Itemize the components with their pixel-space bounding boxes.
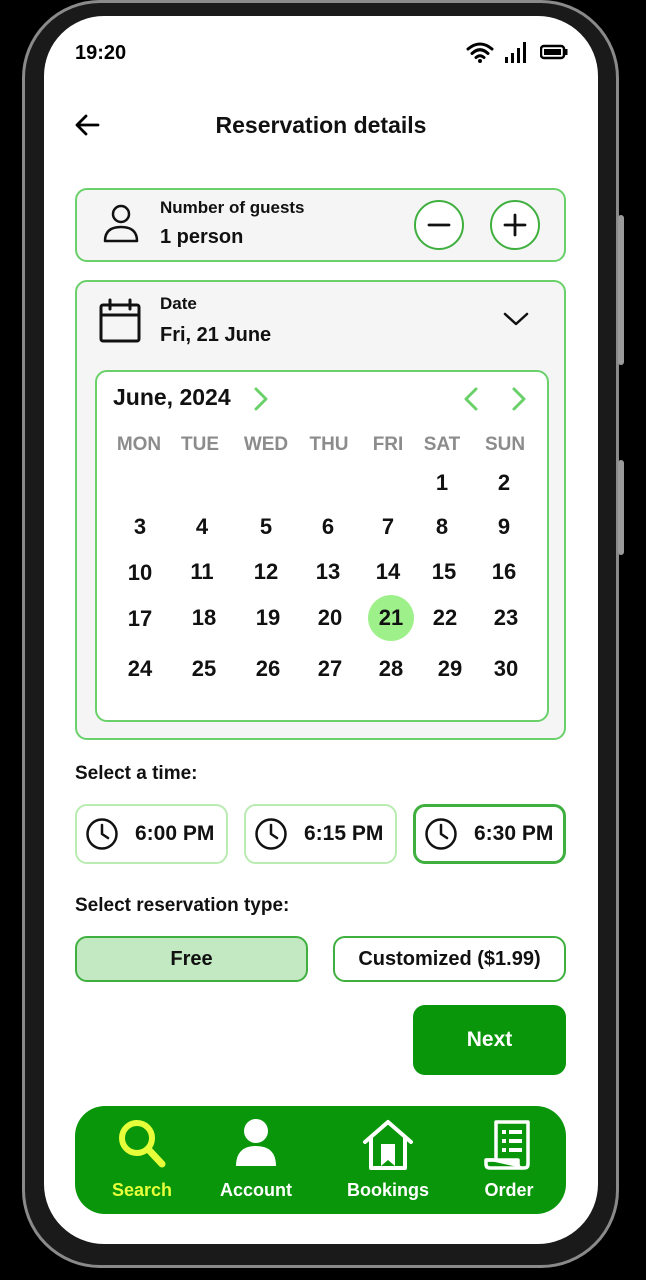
date-card: Date Fri, 21 June June, 2024 MON TUE WED… [75, 280, 566, 740]
calendar-day[interactable]: 4 [179, 504, 225, 550]
next-button[interactable]: Next [413, 1005, 566, 1075]
calendar-day[interactable]: 16 [481, 549, 527, 595]
signal-icon [505, 42, 526, 63]
calendar-day[interactable]: 28 [368, 646, 414, 692]
tab-label: Account [220, 1180, 292, 1200]
time-option-630[interactable]: 6:30 PM [413, 804, 566, 864]
calendar-day[interactable]: 27 [307, 646, 353, 692]
weekday-sat: SAT [423, 434, 461, 455]
tab-bookings[interactable]: Bookings [323, 1106, 453, 1214]
tab-label: Bookings [346, 1180, 429, 1200]
calendar-day[interactable]: 2 [481, 460, 527, 506]
battery-icon [540, 44, 568, 60]
power-button [618, 460, 624, 555]
time-option-label: 6:15 PM [304, 822, 384, 845]
decrease-guests-button[interactable] [414, 200, 464, 250]
calendar-day[interactable]: 6 [305, 504, 351, 550]
plus-icon [503, 213, 527, 237]
calendar-day[interactable]: 25 [181, 646, 227, 692]
weekday-thu: THU [309, 434, 349, 455]
clock-icon [86, 818, 118, 850]
header: Reservation details [44, 106, 598, 146]
guests-label: Number of guests [160, 198, 305, 217]
calendar-day[interactable]: 29 [427, 646, 473, 692]
bottom-tab-bar: Search Account Bookings Order [75, 1106, 566, 1214]
calendar-day[interactable]: 26 [245, 646, 291, 692]
person-icon [103, 204, 139, 243]
status-bar: 19:20 [44, 16, 598, 86]
weekday-wed: WED [243, 434, 289, 455]
tab-search[interactable]: Search [83, 1106, 201, 1214]
calendar-day[interactable]: 1 [419, 460, 465, 506]
bookings-icon [363, 1120, 413, 1170]
tab-order[interactable]: Order [453, 1106, 565, 1214]
reservation-type-free[interactable]: Free [75, 936, 308, 982]
calendar-day[interactable]: 22 [422, 595, 468, 641]
calendar-day[interactable]: 5 [243, 504, 289, 550]
calendar-day[interactable]: 9 [481, 504, 527, 550]
tab-label: Search [111, 1180, 173, 1200]
weekday-mon: MON [116, 434, 162, 455]
calendar-day[interactable]: 8 [419, 504, 465, 550]
time-option-label: 6:30 PM [474, 822, 554, 845]
status-time: 19:20 [75, 42, 127, 64]
calendar-day[interactable]: 10 [117, 550, 163, 596]
time-option-615[interactable]: 6:15 PM [244, 804, 397, 864]
calendar-month-title: June, 2024 [113, 384, 231, 410]
calendar-day[interactable]: 15 [421, 549, 467, 595]
calendar-day[interactable]: 20 [307, 595, 353, 641]
date-value: Fri, 21 June [160, 324, 272, 346]
calendar: June, 2024 MON TUE WED THU FRI SAT SUN 1… [95, 370, 549, 722]
time-section-label: Select a time: [75, 763, 198, 784]
increase-guests-button[interactable] [490, 200, 540, 250]
time-option-600[interactable]: 6:00 PM [75, 804, 228, 864]
account-icon [236, 1119, 276, 1166]
calendar-day[interactable]: 19 [245, 595, 291, 641]
calendar-day[interactable]: 3 [117, 504, 163, 550]
weekday-sun: SUN [484, 434, 526, 455]
calendar-day[interactable]: 7 [365, 504, 411, 550]
tab-label: Order [484, 1180, 534, 1200]
tab-account[interactable]: Account [201, 1106, 311, 1214]
chevron-down-icon[interactable] [503, 310, 529, 328]
guests-card: Number of guests 1 person [75, 188, 566, 262]
calendar-day[interactable]: 12 [243, 549, 289, 595]
calendar-day-selected[interactable]: 21 [368, 595, 414, 641]
calendar-day[interactable]: 11 [179, 549, 225, 595]
calendar-day[interactable]: 17 [117, 596, 163, 642]
clock-icon [255, 818, 287, 850]
reservation-type-label: Select reservation type: [75, 895, 290, 916]
screen: 19:20 Reservation details Number of gues… [44, 16, 598, 1244]
calendar-day[interactable]: 14 [365, 549, 411, 595]
page-title: Reservation details [215, 112, 427, 138]
volume-button [618, 215, 624, 365]
date-label: Date [160, 294, 197, 313]
clock-icon [425, 818, 457, 850]
wifi-icon [466, 42, 494, 63]
calendar-icon [99, 298, 141, 343]
order-icon [484, 1120, 530, 1170]
calendar-day[interactable]: 18 [181, 595, 227, 641]
chevron-right-icon[interactable] [253, 386, 269, 412]
calendar-day[interactable]: 30 [483, 646, 529, 692]
search-icon [119, 1120, 166, 1168]
next-month-icon[interactable] [511, 386, 527, 412]
weekday-tue: TUE [181, 434, 219, 455]
calendar-day[interactable]: 13 [305, 549, 351, 595]
prev-month-icon[interactable] [463, 386, 479, 412]
reservation-type-customized[interactable]: Customized ($1.99) [333, 936, 566, 982]
calendar-day[interactable]: 23 [483, 595, 529, 641]
calendar-day[interactable]: 24 [117, 646, 163, 692]
time-option-label: 6:00 PM [135, 822, 215, 845]
minus-icon [427, 223, 451, 227]
weekday-fri: FRI [372, 434, 404, 455]
guests-value: 1 person [160, 226, 244, 248]
